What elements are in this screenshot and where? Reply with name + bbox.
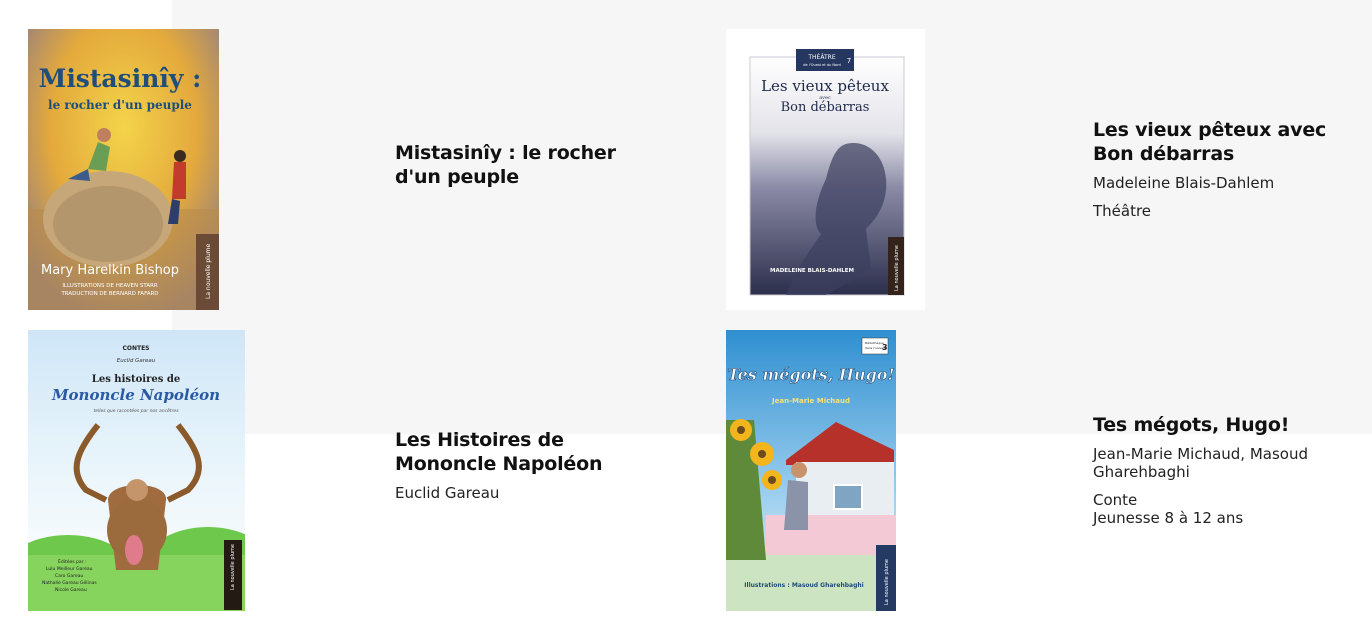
cover-category: CONTES <box>122 345 149 352</box>
cover-publisher: La nouvelle plume <box>230 544 236 590</box>
cover-publisher: La nouvelle plume <box>884 559 890 605</box>
cover-credit1: ILLUSTRATIONS DE HEAVEN STARR <box>62 283 158 289</box>
cover-title-line2: Mononcle Napoléon <box>51 386 220 404</box>
cover-title: Tes mégots, Hugo! <box>728 365 895 384</box>
cover-publisher: La nouvelle plume <box>894 245 900 291</box>
book-title-mistasiniy[interactable]: Mistasinîy : le rocher d'un peuple <box>395 142 616 188</box>
cover-author: MADELEINE BLAIS-DAHLEM <box>770 268 854 274</box>
cover-author: Jean-Marie Michaud <box>771 397 850 405</box>
cover-collection-number: 3 <box>882 343 888 352</box>
book-audience: Jeunesse 8 à 12 ans <box>1093 509 1244 527</box>
cover-title-line1: Les vieux pêteux <box>761 77 889 95</box>
cover-editor-3: Nathalie Gareau Gélinas <box>42 579 97 586</box>
book-title-tes-megots-hugo[interactable]: Tes mégots, Hugo! <box>1093 414 1289 436</box>
book-author: Madeleine Blais-Dahlem <box>1093 174 1275 192</box>
cover-series-line2: de l'Ouest et du Nord <box>803 63 840 67</box>
cover-credit2: TRADUCTION DE BERNARD FAFARD <box>60 291 158 297</box>
book-genre: Conte <box>1093 491 1138 509</box>
book-title-vieux-peteux[interactable]: Les vieux pêteux avec Bon débarras <box>1093 119 1326 165</box>
book-title-mononcle-napoleon[interactable]: Les Histoires de Mononcle Napoléon <box>395 429 603 475</box>
cover-title-line2: le rocher d'un peuple <box>48 98 192 112</box>
book-author: Euclid Gareau <box>395 484 500 502</box>
cover-publisher: La nouvelle plume <box>205 243 212 299</box>
cover-series-number: 7 <box>847 57 851 65</box>
cover-editor-2: Caro Gareau <box>55 573 83 579</box>
book-genre-audience: Conte Jeunesse 8 à 12 ans <box>1093 491 1363 527</box>
cover-title-line2: Bon débarras <box>781 100 870 115</box>
cover-subtitle: telles que racontées par nos ancêtres <box>93 407 179 414</box>
cover-title-line1: Mistasinîy : <box>39 64 202 93</box>
book-cover-tes-megots-hugo[interactable]: Bibliothèque dans l'univers 3 Tes mégots… <box>726 330 896 611</box>
cover-series-line1: THÉÂTRE <box>807 53 835 61</box>
book-author: Jean-Marie Michaud, Masoud Gharehbaghi <box>1093 445 1309 481</box>
book-cover-vieux-peteux[interactable]: THÉÂTRE de l'Ouest et du Nord 7 Les vieu… <box>726 29 925 310</box>
cover-editor-4: Nicole Gareau <box>55 587 87 593</box>
cover-title-line1: Les histoires de <box>92 374 180 385</box>
cover-editor-1: Lulu Meilleur Gareau <box>46 566 93 572</box>
book-cover-mononcle-napoleon[interactable]: CONTES Euclid Gareau Les histoires de Mo… <box>28 330 245 611</box>
cover-author: Mary Harelkin Bishop <box>41 263 179 278</box>
book-genre: Théâtre <box>1093 202 1152 220</box>
cover-illustrations: Illustrations : Masoud Gharehbaghi <box>744 582 863 589</box>
book-cover-mistasiniy[interactable]: Mistasinîy : le rocher d'un peuple Mary … <box>28 29 219 310</box>
cover-author: Euclid Gareau <box>117 358 156 364</box>
